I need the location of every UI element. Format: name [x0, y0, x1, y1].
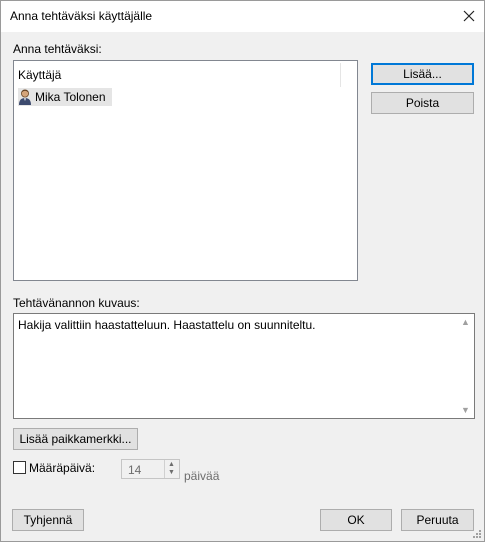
- description-text: Hakija valittiin haastatteluun. Haastatt…: [18, 318, 316, 332]
- resize-grip-icon[interactable]: [472, 529, 482, 539]
- due-date-checkbox[interactable]: [13, 461, 26, 474]
- description-textarea[interactable]: Hakija valittiin haastatteluun. Haastatt…: [13, 313, 475, 419]
- title-bar: Anna tehtäväksi käyttäjälle: [1, 1, 484, 32]
- list-item[interactable]: Mika Tolonen: [18, 88, 112, 106]
- description-label: Tehtävänannon kuvaus:: [13, 296, 140, 310]
- scroll-up-icon[interactable]: ▲: [461, 317, 470, 327]
- cancel-button[interactable]: Peruuta: [401, 509, 474, 531]
- due-days-unit: päivää: [184, 469, 220, 483]
- remove-user-button[interactable]: Poista: [371, 92, 474, 114]
- column-separator: [340, 63, 341, 87]
- stepper-down-icon[interactable]: ▼: [168, 469, 175, 476]
- stepper-buttons[interactable]: ▲ ▼: [164, 460, 179, 478]
- ok-button[interactable]: OK: [320, 509, 392, 531]
- add-user-button[interactable]: Lisää...: [371, 63, 474, 85]
- scroll-down-icon[interactable]: ▼: [461, 405, 470, 415]
- due-days-stepper[interactable]: 14 ▲ ▼: [121, 459, 180, 479]
- clear-button[interactable]: Tyhjennä: [12, 509, 84, 531]
- assign-task-dialog: Anna tehtäväksi käyttäjälle Anna tehtävä…: [0, 0, 485, 542]
- due-date-label[interactable]: Määräpäivä:: [29, 461, 95, 475]
- user-icon: [18, 89, 32, 105]
- due-days-value: 14: [128, 463, 142, 477]
- assign-label: Anna tehtäväksi:: [13, 42, 102, 56]
- stepper-up-icon[interactable]: ▲: [168, 461, 175, 468]
- vertical-scrollbar[interactable]: ▲ ▼: [457, 314, 474, 418]
- user-list[interactable]: Käyttäjä Mika Tolonen: [13, 60, 358, 281]
- close-icon: [463, 10, 475, 22]
- close-button[interactable]: [454, 1, 484, 31]
- insert-placeholder-button[interactable]: Lisää paikkamerkki...: [13, 428, 138, 450]
- column-header-user[interactable]: Käyttäjä: [18, 68, 61, 82]
- window-title: Anna tehtäväksi käyttäjälle: [10, 9, 153, 23]
- user-name: Mika Tolonen: [35, 90, 106, 104]
